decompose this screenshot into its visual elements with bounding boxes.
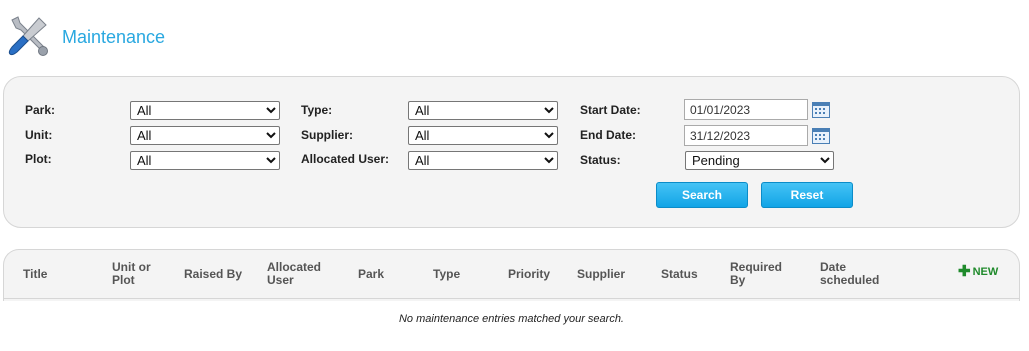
column-header-status[interactable]: Status: [661, 268, 698, 281]
status-select[interactable]: Pending: [685, 151, 834, 170]
unit-select[interactable]: All: [130, 126, 280, 145]
column-header-unit-or-plot[interactable]: Unit or Plot: [112, 261, 162, 287]
search-button[interactable]: Search: [656, 182, 748, 208]
plus-icon: ✚: [958, 263, 971, 280]
column-header-priority[interactable]: Priority: [508, 268, 550, 281]
end-date-input[interactable]: [684, 125, 808, 146]
reset-button[interactable]: Reset: [761, 182, 853, 208]
type-label: Type:: [301, 103, 333, 117]
unit-label: Unit:: [25, 128, 53, 142]
column-header-type[interactable]: Type: [433, 268, 460, 281]
column-header-required-by[interactable]: Required By: [730, 261, 790, 287]
calendar-icon[interactable]: [812, 102, 830, 118]
column-header-title[interactable]: Title: [23, 268, 47, 281]
column-header-allocated-user[interactable]: Allocated User: [267, 261, 327, 287]
table-divider: [3, 298, 1020, 299]
page-title: Maintenance: [62, 26, 166, 47]
results-table-header: Title Unit or Plot Raised By Allocated U…: [3, 249, 1020, 301]
column-header-park[interactable]: Park: [358, 268, 384, 281]
plot-label: Plot:: [25, 152, 52, 166]
type-select[interactable]: All: [408, 101, 558, 120]
park-label: Park:: [25, 103, 56, 117]
allocated-user-label: Allocated User:: [301, 152, 390, 166]
column-header-date-scheduled[interactable]: Date scheduled: [820, 261, 890, 287]
plot-select[interactable]: All: [130, 151, 280, 170]
tools-icon: [8, 16, 48, 56]
end-date-label: End Date:: [580, 128, 637, 142]
empty-results-message: No maintenance entries matched your sear…: [398, 313, 624, 325]
start-date-label: Start Date:: [580, 103, 641, 117]
start-date-input[interactable]: [684, 99, 808, 120]
column-header-raised-by[interactable]: Raised By: [184, 268, 242, 281]
allocated-user-select[interactable]: All: [408, 151, 558, 170]
new-label: NEW: [972, 266, 999, 278]
new-entry-button[interactable]: ✚ NEW: [958, 263, 999, 280]
calendar-icon[interactable]: [812, 128, 830, 144]
column-header-supplier[interactable]: Supplier: [577, 268, 625, 281]
status-label: Status:: [580, 153, 621, 167]
filter-panel: Park: All Unit: All Plot: All Type: All …: [3, 76, 1020, 228]
park-select[interactable]: All: [130, 101, 280, 120]
supplier-select[interactable]: All: [408, 126, 558, 145]
page-header: Maintenance: [6, 12, 165, 62]
supplier-label: Supplier:: [301, 128, 354, 142]
